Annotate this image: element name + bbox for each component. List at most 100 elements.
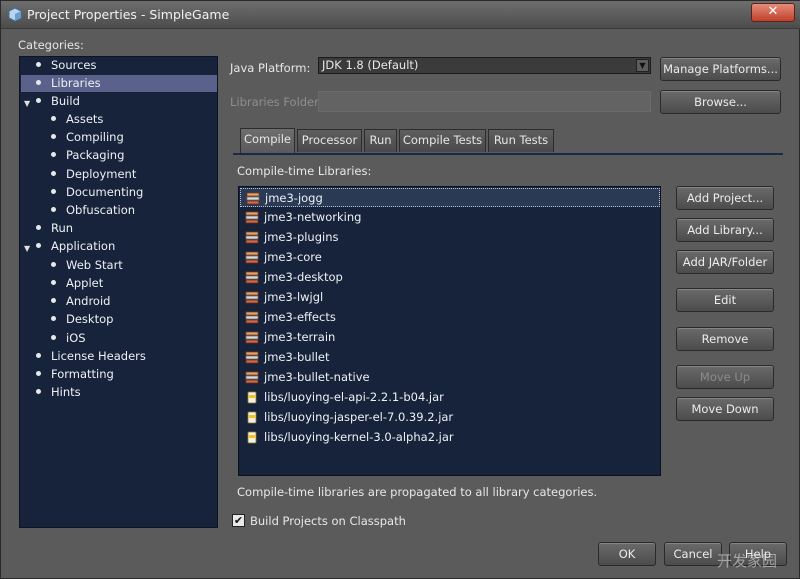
tab-compile[interactable]: Compile — [240, 128, 295, 153]
categories-label: Categories: — [18, 38, 84, 52]
bullet-icon — [51, 171, 56, 176]
tree-item-android[interactable]: Android — [51, 293, 217, 310]
browse-button[interactable]: Browse... — [660, 90, 781, 114]
tab-strip-border — [233, 153, 783, 155]
bullet-icon — [51, 280, 56, 285]
list-item[interactable]: jme3-desktop — [240, 268, 660, 287]
library-icon — [245, 231, 259, 244]
window-title: Project Properties - SimpleGame — [27, 7, 230, 22]
bullet-icon — [36, 371, 41, 376]
tab-run-tests[interactable]: Run Tests — [488, 129, 554, 152]
build-projects-checkbox[interactable]: ✔ — [232, 514, 245, 527]
library-icon — [246, 192, 260, 205]
move-down-button[interactable]: Move Down — [676, 397, 774, 421]
tree-item-documenting[interactable]: Documenting — [51, 184, 217, 201]
project-properties-window: Project Properties - SimpleGame ✕ Catego… — [0, 0, 800, 579]
tab-processor[interactable]: Processor — [297, 129, 362, 152]
tree-item-applet[interactable]: Applet — [51, 275, 217, 292]
list-item[interactable]: jme3-lwjgl — [240, 288, 660, 307]
list-item[interactable]: jme3-bullet — [240, 348, 660, 367]
tree-item-application[interactable]: Application — [36, 238, 218, 255]
remove-button[interactable]: Remove — [676, 327, 774, 351]
java-platform-label: Java Platform: — [230, 61, 311, 75]
compile-libraries-label: Compile-time Libraries: — [237, 164, 372, 178]
list-item[interactable]: jme3-bullet-native — [240, 368, 660, 387]
expand-triangle-icon[interactable]: ▼ — [24, 244, 30, 253]
library-icon — [245, 311, 259, 324]
site-watermark: 开发家园 — [717, 552, 778, 570]
java-platform-value: JDK 1.8 (Default) — [322, 58, 419, 72]
bullet-icon — [51, 152, 56, 157]
list-item[interactable]: jme3-networking — [240, 208, 660, 227]
tab-compile-tests[interactable]: Compile Tests — [399, 129, 486, 152]
list-item[interactable]: jme3-core — [240, 248, 660, 267]
bullet-icon — [36, 353, 41, 358]
edit-button[interactable]: Edit — [676, 288, 774, 312]
bullet-icon — [51, 116, 56, 121]
title-bar[interactable]: Project Properties - SimpleGame ✕ — [1, 1, 800, 29]
compile-libraries-list[interactable]: jme3-jogg jme3-networking jme3-plugins j… — [238, 186, 661, 476]
list-item[interactable]: jme3-jogg — [240, 188, 660, 207]
tree-item-sources[interactable]: Sources — [36, 57, 218, 74]
bullet-icon — [51, 207, 56, 212]
add-library-button[interactable]: Add Library... — [676, 218, 774, 242]
list-item[interactable]: jme3-plugins — [240, 228, 660, 247]
tree-item-assets[interactable]: Assets — [51, 111, 217, 128]
add-project-button[interactable]: Add Project... — [676, 186, 774, 210]
netbeans-cube-icon — [8, 7, 22, 22]
categories-tree[interactable]: Sources Libraries ▼ Build Assets Compili… — [19, 56, 218, 528]
library-icon — [245, 291, 259, 304]
ok-button[interactable]: OK — [598, 542, 656, 566]
build-projects-label: Build Projects on Classpath — [250, 514, 406, 528]
bullet-icon — [36, 80, 41, 85]
bullet-icon — [36, 62, 41, 67]
tree-item-run[interactable]: Run — [36, 220, 218, 237]
bullet-icon — [51, 262, 56, 267]
tree-item-ios[interactable]: iOS — [51, 330, 217, 347]
libraries-folder-field — [318, 91, 651, 112]
manage-platforms-button[interactable]: Manage Platforms... — [660, 57, 781, 81]
bullet-icon — [51, 298, 56, 303]
tree-item-desktop[interactable]: Desktop — [51, 311, 217, 328]
tree-item-web-start[interactable]: Web Start — [51, 257, 217, 274]
tree-item-obfuscation[interactable]: Obfuscation — [51, 202, 217, 219]
tab-run[interactable]: Run — [364, 129, 397, 152]
tree-item-compiling[interactable]: Compiling — [51, 129, 217, 146]
chevron-down-icon[interactable]: ▼ — [636, 59, 649, 72]
tree-item-formatting[interactable]: Formatting — [36, 366, 218, 383]
jar-icon — [247, 391, 257, 404]
list-item[interactable]: libs/luoying-jasper-el-7.0.39.2.jar — [240, 408, 660, 427]
tree-item-hints[interactable]: Hints — [36, 384, 218, 401]
bullet-icon — [51, 189, 56, 194]
library-icon — [245, 371, 259, 384]
library-icon — [245, 211, 259, 224]
add-jar-folder-button[interactable]: Add JAR/Folder — [676, 250, 774, 274]
tree-item-libraries[interactable]: Libraries — [21, 75, 217, 92]
library-icon — [245, 271, 259, 284]
bullet-icon — [51, 316, 56, 321]
library-icon — [245, 251, 259, 264]
list-item[interactable]: libs/luoying-el-api-2.2.1-b04.jar — [240, 388, 660, 407]
expand-triangle-icon[interactable]: ▼ — [24, 99, 30, 108]
tree-item-license-headers[interactable]: License Headers — [36, 348, 218, 365]
libraries-folder-label: Libraries Folder: — [230, 95, 323, 109]
tree-item-packaging[interactable]: Packaging — [51, 147, 217, 164]
tree-item-deployment[interactable]: Deployment — [51, 166, 217, 183]
compile-libraries-note: Compile-time libraries are propagated to… — [237, 485, 598, 499]
bullet-icon — [51, 134, 56, 139]
bullet-icon — [36, 389, 41, 394]
bullet-icon — [51, 335, 56, 340]
list-item[interactable]: jme3-effects — [240, 308, 660, 327]
jar-icon — [247, 411, 257, 424]
java-platform-select[interactable]: JDK 1.8 (Default) ▼ — [318, 57, 651, 74]
close-button[interactable]: ✕ — [751, 3, 795, 22]
list-item[interactable]: libs/luoying-kernel-3.0-alpha2.jar — [240, 428, 660, 447]
move-up-button[interactable]: Move Up — [676, 365, 774, 389]
bullet-icon — [36, 243, 41, 248]
library-icon — [245, 351, 259, 364]
list-item[interactable]: jme3-terrain — [240, 328, 660, 347]
library-icon — [245, 331, 259, 344]
jar-icon — [247, 431, 257, 444]
bullet-icon — [36, 225, 41, 230]
tree-item-build[interactable]: Build — [36, 93, 218, 110]
